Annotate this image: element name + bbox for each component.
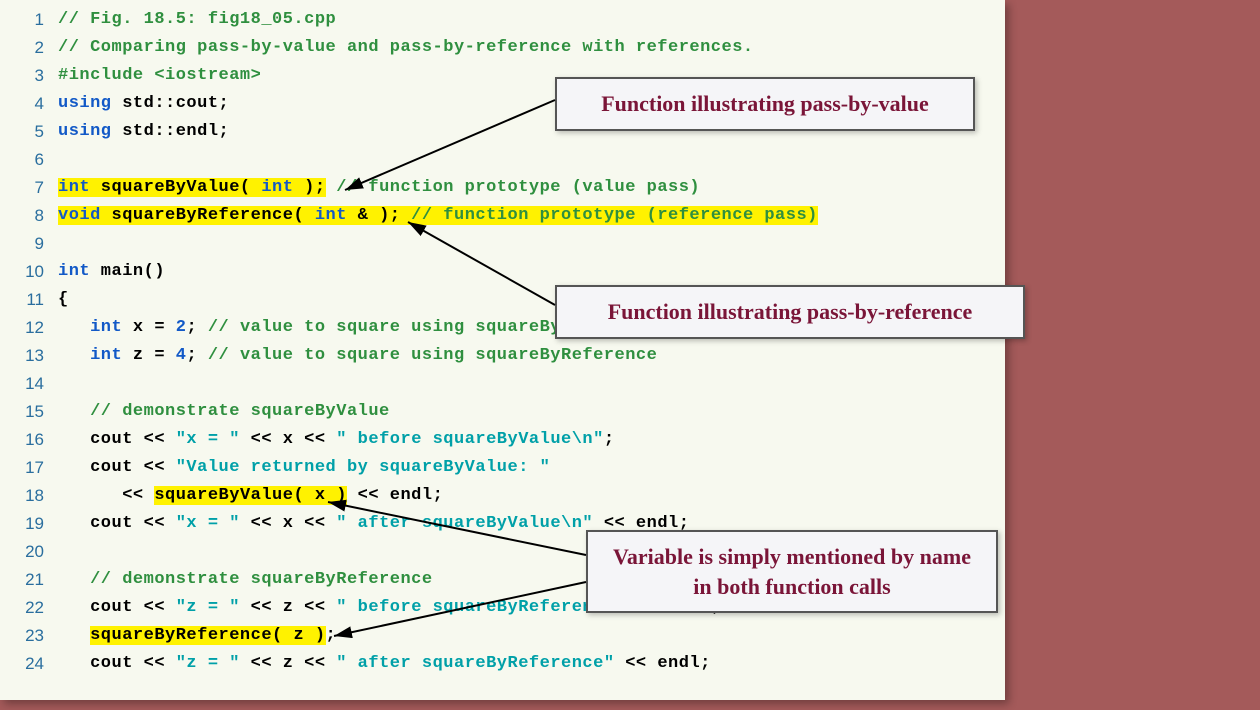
code-line: 15 // demonstrate squareByValue <box>0 398 1005 426</box>
code-text: z = <box>122 346 176 365</box>
code-line: 1// Fig. 18.5: fig18_05.cpp <box>0 6 1005 34</box>
string: "z = " <box>176 654 240 673</box>
code-line: 6 <box>0 146 1005 174</box>
keyword: int <box>261 178 293 197</box>
code-line: 7int squareByValue( int ); // function p… <box>0 174 1005 202</box>
line-number: 3 <box>0 62 58 90</box>
code-text: squareByValue( <box>90 178 261 197</box>
code-line: 18 << squareByValue( x ) << endl; <box>0 482 1005 510</box>
line-number: 24 <box>0 650 58 678</box>
string: "Value returned by squareByValue: " <box>176 458 551 477</box>
callout-variable-name: Variable is simply mentioned by name in … <box>586 530 998 613</box>
string: " after squareByValue\n" <box>336 514 593 533</box>
comment: // function prototype (value pass) <box>326 178 701 197</box>
line-number: 21 <box>0 566 58 594</box>
keyword: int <box>90 318 122 337</box>
keyword: using <box>58 122 112 141</box>
code-line: 9 <box>0 230 1005 258</box>
line-number: 4 <box>0 90 58 118</box>
line-number: 6 <box>0 146 58 174</box>
comment: // demonstrate squareByReference <box>90 570 432 589</box>
code-text: std::cout; <box>112 94 230 113</box>
code-text: { <box>58 290 69 309</box>
string: "z = " <box>176 598 240 617</box>
comment: // Comparing pass-by-value and pass-by-r… <box>58 38 754 57</box>
keyword: int <box>58 262 90 281</box>
keyword: void <box>58 206 101 225</box>
line-number: 7 <box>0 174 58 202</box>
number: 2 <box>176 318 187 337</box>
code-line: 16 cout << "x = " << x << " before squar… <box>0 426 1005 454</box>
code-text: << z << <box>240 654 336 673</box>
keyword: int <box>58 178 90 197</box>
line-number: 13 <box>0 342 58 370</box>
line-number: 2 <box>0 34 58 62</box>
callout-pass-by-value: Function illustrating pass-by-value <box>555 77 975 131</box>
line-number: 23 <box>0 622 58 650</box>
code-line: 17 cout << "Value returned by squareByVa… <box>0 454 1005 482</box>
callout-text: Variable is simply mentioned by name in … <box>613 544 971 599</box>
code-text: cout << <box>90 430 176 449</box>
comment: // function prototype (reference pass) <box>400 206 817 225</box>
line-number: 16 <box>0 426 58 454</box>
code-line: 2// Comparing pass-by-value and pass-by-… <box>0 34 1005 62</box>
code-text: << <box>122 486 154 505</box>
string: "x = " <box>176 430 240 449</box>
string: " before squareByReference" <box>336 598 625 617</box>
line-number: 10 <box>0 258 58 286</box>
code-text: << z << <box>240 598 336 617</box>
code-text: cout << <box>90 598 176 617</box>
code-text: main() <box>90 262 165 281</box>
preprocessor: #include <iostream> <box>58 66 261 85</box>
code-text: cout << <box>90 654 176 673</box>
code-text: x = <box>122 318 176 337</box>
comment: // value to square using squareByValue <box>197 318 614 337</box>
comment: // demonstrate squareByValue <box>90 402 390 421</box>
code-text: << x << <box>240 514 336 533</box>
code-line: 13 int z = 4; // value to square using s… <box>0 342 1005 370</box>
comment: // value to square using squareByReferen… <box>197 346 657 365</box>
line-number: 11 <box>0 286 58 314</box>
line-number: 18 <box>0 482 58 510</box>
line-number: 20 <box>0 538 58 566</box>
highlighted-call: squareByReference( z ) <box>90 626 325 645</box>
number: 4 <box>176 346 187 365</box>
code-line: 24 cout << "z = " << z << " after square… <box>0 650 1005 678</box>
code-line: 10int main() <box>0 258 1005 286</box>
code-text: std::endl; <box>112 122 230 141</box>
line-number: 5 <box>0 118 58 146</box>
code-line: 23 squareByReference( z ); <box>0 622 1005 650</box>
code-text: cout << <box>90 458 176 477</box>
code-text: << endl; <box>347 486 443 505</box>
code-line: 8void squareByReference( int & ); // fun… <box>0 202 1005 230</box>
line-number: 1 <box>0 6 58 34</box>
highlighted-call: squareByValue( x ) <box>154 486 347 505</box>
string: " before squareByValue\n" <box>336 430 604 449</box>
line-number: 22 <box>0 594 58 622</box>
callout-pass-by-reference: Function illustrating pass-by-reference <box>555 285 1025 339</box>
keyword: int <box>315 206 347 225</box>
string: " after squareByReference" <box>336 654 614 673</box>
keyword: int <box>90 346 122 365</box>
line-number: 17 <box>0 454 58 482</box>
line-number: 12 <box>0 314 58 342</box>
string: "x = " <box>176 514 240 533</box>
code-text: cout << <box>90 514 176 533</box>
line-number: 19 <box>0 510 58 538</box>
code-text: << x << <box>240 430 336 449</box>
callout-text: Function illustrating pass-by-value <box>601 91 929 116</box>
callout-text: Function illustrating pass-by-reference <box>608 299 973 324</box>
line-number: 8 <box>0 202 58 230</box>
code-text: & ); <box>347 206 401 225</box>
comment: // Fig. 18.5: fig18_05.cpp <box>58 10 336 29</box>
code-text: squareByReference( <box>101 206 315 225</box>
line-number: 9 <box>0 230 58 258</box>
code-text: ); <box>293 178 325 197</box>
line-number: 14 <box>0 370 58 398</box>
line-number: 15 <box>0 398 58 426</box>
keyword: using <box>58 94 112 113</box>
code-line: 14 <box>0 370 1005 398</box>
